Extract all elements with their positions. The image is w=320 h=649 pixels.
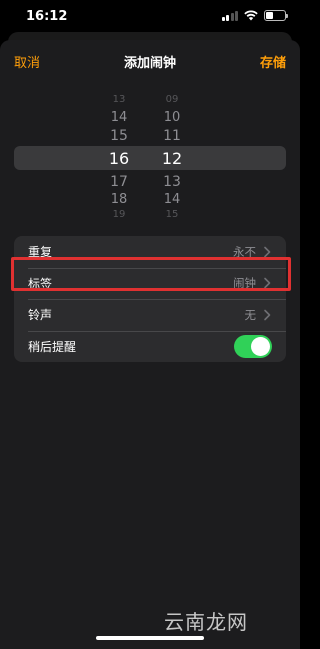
snooze-row: 稍后提醒 <box>14 330 286 363</box>
snooze-label: 稍后提醒 <box>28 339 77 354</box>
minute-option[interactable]: 15 <box>152 209 192 220</box>
sound-value: 无 <box>244 307 257 322</box>
page-title: 添加闹钟 <box>123 56 176 71</box>
status-bar: 16:12 <box>0 0 300 34</box>
hour-option[interactable]: 17 <box>99 174 139 190</box>
chevron-right-icon <box>264 246 271 258</box>
hour-option[interactable]: 15 <box>99 128 139 144</box>
wifi-icon <box>244 10 258 21</box>
sound-row[interactable]: 铃声 无 <box>14 299 286 331</box>
minute-option[interactable]: 13 <box>152 174 192 190</box>
time-picker[interactable]: 13 14 15 16 17 18 19 09 10 11 12 13 14 1… <box>0 92 300 222</box>
alarm-settings-group: 重复 永不 标签 闹钟 铃声 无 稍后提醒 <box>14 236 286 362</box>
minute-option[interactable]: 11 <box>152 128 192 144</box>
sound-label: 铃声 <box>28 308 53 323</box>
snooze-toggle[interactable] <box>234 334 272 358</box>
watermark-logo: 云南龙网 <box>164 610 248 634</box>
selected-minute[interactable]: 12 <box>152 149 192 168</box>
hour-option[interactable]: 14 <box>99 110 139 125</box>
minute-option[interactable]: 14 <box>152 192 192 207</box>
save-button[interactable]: 存储 <box>260 52 286 71</box>
toggle-knob <box>251 336 270 356</box>
hour-option[interactable]: 13 <box>99 94 139 105</box>
home-indicator <box>96 636 204 640</box>
hour-option[interactable]: 18 <box>99 192 139 207</box>
picker-selection-band <box>14 146 286 170</box>
hour-option[interactable]: 19 <box>99 209 139 220</box>
status-time: 16:12 <box>26 9 68 24</box>
minute-option[interactable]: 10 <box>152 110 192 125</box>
add-alarm-sheet: 取消 添加闹钟 存储 13 14 15 16 17 18 19 09 10 11… <box>0 40 300 649</box>
cellular-signal-icon <box>221 10 238 21</box>
chevron-right-icon <box>264 309 271 321</box>
nav-bar: 取消 添加闹钟 存储 <box>0 40 300 80</box>
selected-hour[interactable]: 16 <box>99 149 139 168</box>
minute-option[interactable]: 09 <box>152 94 192 105</box>
status-icons <box>221 10 288 21</box>
battery-icon <box>264 10 288 21</box>
highlight-annotation <box>11 257 291 291</box>
